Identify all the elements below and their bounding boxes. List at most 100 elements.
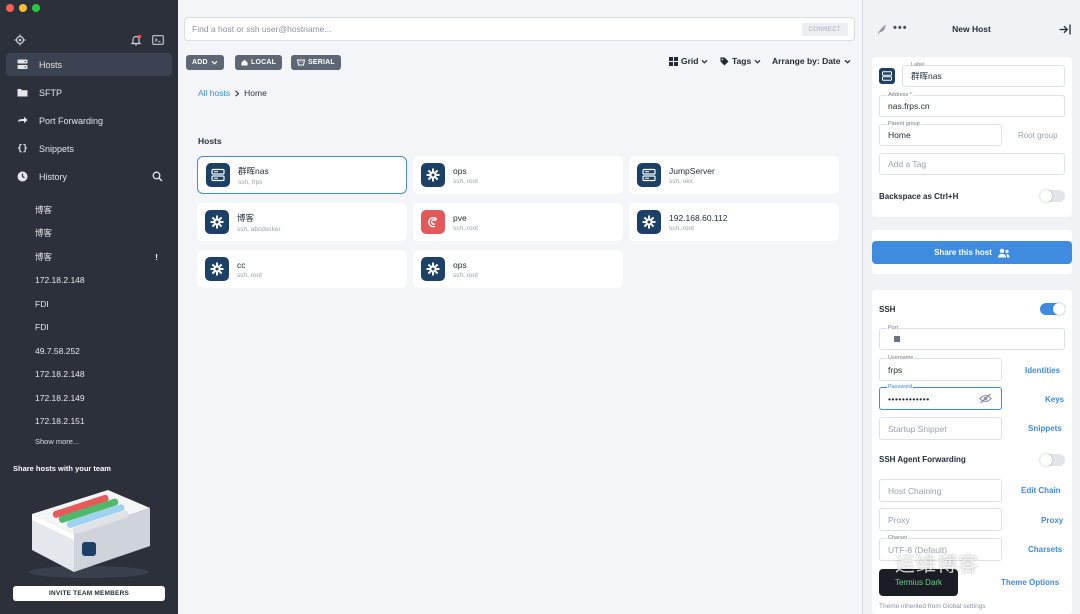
serial-port-icon <box>297 59 305 66</box>
settings-gear-icon[interactable] <box>14 34 26 46</box>
panel-title: New Host <box>952 24 991 34</box>
show-more-link[interactable]: Show more... <box>35 437 79 446</box>
host-name: 192.168.60.112 <box>669 212 728 223</box>
tag-placeholder: Add a Tag <box>888 159 927 169</box>
search-icon[interactable] <box>152 171 163 182</box>
eye-off-icon[interactable] <box>979 393 992 404</box>
proxy-placeholder: Proxy <box>888 514 910 525</box>
grid-view-toggle[interactable]: Grid <box>669 56 708 66</box>
tags-filter[interactable]: Tags <box>720 56 761 66</box>
tag-input[interactable]: Add a Tag <box>879 153 1065 175</box>
sidebar-item-sftp[interactable]: SFTP <box>6 81 172 104</box>
grid-icon <box>669 56 678 66</box>
history-item[interactable]: 172.18.2.148 <box>35 269 165 293</box>
sidebar-item-snippets[interactable]: {} Snippets <box>6 137 172 160</box>
history-item[interactable]: 博客 <box>35 222 165 246</box>
history-item[interactable]: 博客! <box>35 245 165 269</box>
zoom-window-button[interactable] <box>32 4 40 12</box>
host-card[interactable]: 192.168.60.112 ssh, root <box>629 203 839 241</box>
share-host-button[interactable]: Share this host <box>872 241 1072 264</box>
charset-caption: Charset <box>887 535 909 542</box>
label-caption: Label <box>910 62 926 69</box>
edit-chain-link[interactable]: Edit Chain <box>1021 486 1061 495</box>
host-card[interactable]: ops ssh, root <box>413 250 623 288</box>
history-item[interactable]: FDI <box>35 292 165 316</box>
history-item[interactable]: 49.7.58.252 <box>35 339 165 363</box>
host-subtitle: ssh, ukx <box>669 177 693 185</box>
serial-button[interactable]: SERIAL <box>291 55 341 70</box>
history-item-label: 172.18.2.148 <box>35 369 85 380</box>
add-button[interactable]: ADD <box>186 55 224 70</box>
backspace-toggle[interactable] <box>1040 190 1065 202</box>
share-label: Share this host <box>934 248 992 257</box>
theme-options-link[interactable]: Theme Options <box>1001 578 1059 587</box>
username-caption: Username <box>887 355 915 362</box>
theme-note: Theme inherited from Global settings <box>879 603 986 610</box>
gear-icon <box>205 257 229 281</box>
history-item-label: 49.7.58.252 <box>35 345 80 356</box>
invite-team-button[interactable]: INVITE TEAM MEMBERS <box>13 586 165 601</box>
ssh-toggle[interactable] <box>1040 303 1065 315</box>
panel-header: ••• New Host <box>863 20 1080 38</box>
host-card[interactable]: 博客 ssh, abcdocker <box>197 203 407 241</box>
address-field[interactable]: Address * nas.frps.cn <box>879 92 1065 117</box>
local-button[interactable]: LOCAL <box>235 55 283 70</box>
history-item[interactable]: 172.18.2.148 <box>35 363 165 387</box>
host-chaining-field[interactable]: Host Chaining <box>879 479 1002 502</box>
server-icon <box>17 59 28 70</box>
startup-snippet-field[interactable]: Startup Snippet <box>879 417 1002 440</box>
gear-icon <box>421 163 445 187</box>
sidebar-item-port-forwarding[interactable]: Port Forwarding <box>6 109 172 132</box>
collapse-panel-icon[interactable] <box>1059 24 1071 35</box>
terminal-icon[interactable] <box>152 34 164 46</box>
host-card[interactable]: JumpServer ssh, ukx <box>629 156 839 194</box>
host-card[interactable]: ops ssh, root <box>413 156 623 194</box>
server-icon <box>637 163 661 187</box>
host-card[interactable]: 群晖nas ssh, frps <box>197 156 407 194</box>
connect-button[interactable]: CONNECT <box>801 23 848 36</box>
label-field[interactable]: Label 群晖nas <box>902 62 1065 87</box>
history-item[interactable]: 172.18.2.149 <box>35 386 165 410</box>
host-card[interactable]: pve ssh, root <box>413 203 623 241</box>
bell-icon[interactable] <box>130 34 142 46</box>
arrange-by-dropdown[interactable]: Arrange by: Date <box>772 56 851 66</box>
breadcrumb-all-hosts[interactable]: All hosts <box>198 88 230 98</box>
breadcrumb: All hosts Home <box>198 88 267 98</box>
parent-group-field[interactable]: Parent group Home <box>879 121 1002 146</box>
proxy-field[interactable]: Proxy <box>879 508 1002 531</box>
tags-label: Tags <box>732 56 752 66</box>
port-field[interactable]: Port <box>879 325 1065 350</box>
general-card: Label 群晖nas Address * nas.frps.cn Parent… <box>872 57 1072 217</box>
sidebar-top-icons <box>14 34 164 48</box>
sidebar-nav: Hosts SFTP Port Forwarding {} Snippets H… <box>6 53 172 193</box>
charsets-link[interactable]: Charsets <box>1028 545 1062 554</box>
host-card[interactable]: cc ssh, root <box>197 250 407 288</box>
agent-forwarding-toggle[interactable] <box>1040 454 1065 466</box>
chevron-down-icon <box>754 59 761 64</box>
history-item[interactable]: 博客 <box>35 198 165 222</box>
close-window-button[interactable] <box>6 4 14 12</box>
ssh-label: SSH <box>879 305 896 314</box>
password-field[interactable]: Password •••••••••••• <box>879 384 1002 410</box>
history-item[interactable]: FDI <box>35 316 165 340</box>
minimize-window-button[interactable] <box>19 4 27 12</box>
arrow-right-icon <box>17 115 28 126</box>
username-field[interactable]: Username frps <box>879 355 1002 381</box>
keys-link[interactable]: Keys <box>1045 395 1064 404</box>
history-item-label: 172.18.2.151 <box>35 416 85 427</box>
sidebar-item-hosts[interactable]: Hosts <box>6 53 172 76</box>
app-window: Hosts SFTP Port Forwarding {} Snippets H… <box>0 0 1080 614</box>
chevron-right-icon <box>235 89 240 97</box>
backspace-label: Backspace as Ctrl+H <box>879 192 959 201</box>
proxy-link[interactable]: Proxy <box>1041 516 1063 525</box>
history-item[interactable]: 172.18.2.151 <box>35 410 165 434</box>
gear-icon <box>205 210 229 234</box>
grid-label: Grid <box>681 56 699 66</box>
identities-link[interactable]: Identities <box>1025 366 1060 375</box>
host-search-input[interactable]: Find a host or ssh user@hostname... CONN… <box>184 17 855 41</box>
root-group-link[interactable]: Root group <box>1018 131 1058 140</box>
snippets-link[interactable]: Snippets <box>1028 424 1062 433</box>
chevron-down-icon <box>844 59 850 64</box>
sidebar-item-label: Hosts <box>39 59 63 70</box>
sidebar-item-history[interactable]: History <box>6 165 172 188</box>
